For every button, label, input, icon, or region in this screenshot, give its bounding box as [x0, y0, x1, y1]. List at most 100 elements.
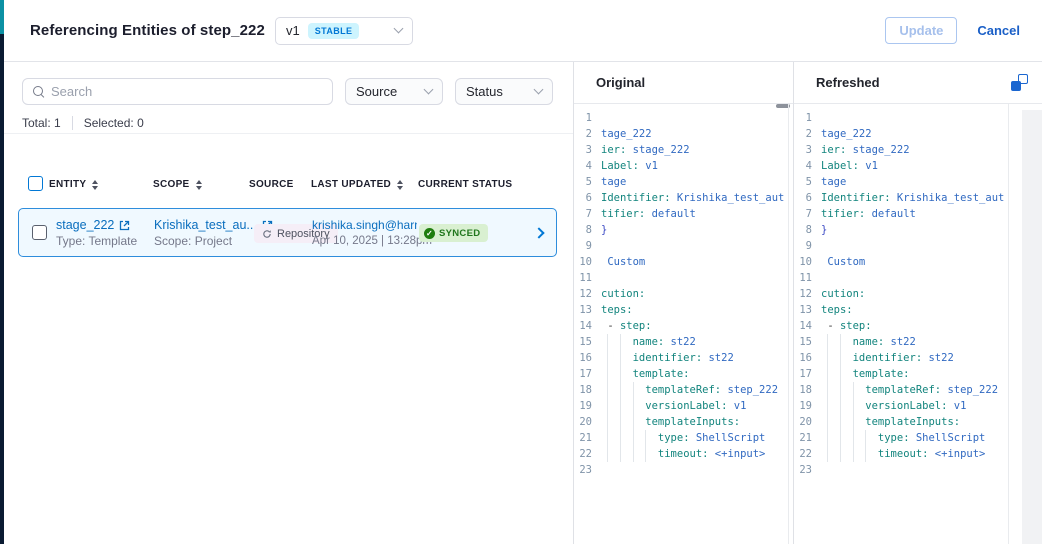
line-number: 18 — [574, 382, 601, 398]
code-line: 13teps: — [794, 302, 1008, 318]
line-number: 2 — [574, 126, 601, 142]
code-line: 16 identifier: st22 — [794, 350, 1008, 366]
line-number: 21 — [794, 430, 821, 446]
line-number: 9 — [574, 238, 601, 254]
code-line: 10 Custom — [574, 254, 788, 270]
search-box[interactable] — [22, 78, 333, 105]
toolbar: Source Status — [22, 78, 557, 105]
modal-header: Referencing Entities of step_222 v1 STAB… — [4, 0, 1042, 62]
code-line: 1 — [574, 110, 788, 126]
code-line: 19 versionLabel: v1 — [794, 398, 1008, 414]
line-number: 20 — [794, 414, 821, 430]
line-number: 17 — [794, 366, 821, 382]
code-line: 16 identifier: st22 — [574, 350, 788, 366]
app-background-edge — [0, 0, 4, 544]
original-code[interactable]: 12tage_2223ier: stage_2224Label: v15tage… — [574, 104, 789, 544]
scope-link[interactable]: Krishika_test_au... — [154, 218, 257, 232]
line-number: 16 — [574, 350, 601, 366]
line-number: 9 — [794, 238, 821, 254]
sort-entity-icon[interactable] — [92, 180, 98, 190]
line-number: 5 — [574, 174, 601, 190]
line-number: 1 — [794, 110, 821, 126]
code-line: 5tage — [574, 174, 788, 190]
line-number: 20 — [574, 414, 601, 430]
code-line: 2tage_222 — [794, 126, 1008, 142]
code-line: 10 Custom — [794, 254, 1008, 270]
code-line: 19 versionLabel: v1 — [574, 398, 788, 414]
column-source: SOURCE — [249, 179, 294, 190]
source-filter-label: Source — [356, 84, 397, 99]
code-line: 18 templateRef: step_222 — [794, 382, 1008, 398]
chevron-down-icon — [534, 85, 544, 95]
line-number: 10 — [794, 254, 821, 270]
code-line: 17 template: — [794, 366, 1008, 382]
code-line: 15 name: st22 — [574, 334, 788, 350]
refreshed-title: Refreshed — [816, 75, 880, 90]
status-filter-label: Status — [466, 84, 503, 99]
counts-bar: Total: 1 Selected: 0 — [22, 116, 144, 130]
code-line: 20 templateInputs: — [794, 414, 1008, 430]
cancel-button[interactable]: Cancel — [977, 23, 1020, 38]
code-line: 11 — [574, 270, 788, 286]
line-number: 12 — [574, 286, 601, 302]
refreshed-panel-header: Refreshed — [794, 62, 1042, 104]
column-last-updated: LAST UPDATED — [311, 179, 403, 190]
search-input[interactable] — [51, 84, 322, 99]
code-line: 1 — [794, 110, 1008, 126]
line-number: 3 — [794, 142, 821, 158]
line-number: 21 — [574, 430, 601, 446]
line-number: 13 — [574, 302, 601, 318]
source-filter-dropdown[interactable]: Source — [345, 78, 443, 105]
selected-count: Selected: 0 — [84, 116, 144, 130]
select-all-checkbox[interactable] — [28, 176, 43, 191]
repository-icon — [262, 229, 272, 239]
sort-scope-icon[interactable] — [196, 180, 202, 190]
code-line: 3ier: stage_222 — [574, 142, 788, 158]
line-number: 4 — [794, 158, 821, 174]
row-checkbox[interactable] — [32, 225, 47, 240]
version-select[interactable]: v1 STABLE — [275, 17, 413, 45]
code-line: 21 type: ShellScript — [794, 430, 1008, 446]
original-title: Original — [596, 75, 645, 90]
code-line: 13teps: — [574, 302, 788, 318]
update-button[interactable]: Update — [885, 17, 957, 44]
status-badge-label: SYNCED — [439, 228, 480, 239]
status-filter-dropdown[interactable]: Status — [455, 78, 553, 105]
counts-divider — [72, 116, 73, 130]
sort-last-updated-icon[interactable] — [397, 180, 403, 190]
line-number: 8 — [574, 222, 601, 238]
entity-link[interactable]: stage_222 — [56, 218, 114, 232]
line-number: 11 — [574, 270, 601, 286]
code-line: 3ier: stage_222 — [794, 142, 1008, 158]
code-line: 5tage — [794, 174, 1008, 190]
code-line: 8} — [794, 222, 1008, 238]
line-number: 7 — [794, 206, 821, 222]
version-label: v1 — [286, 23, 300, 38]
chevron-down-icon — [394, 24, 404, 34]
external-link-icon[interactable] — [119, 220, 130, 231]
code-line: 12cution: — [794, 286, 1008, 302]
code-line: 9 — [794, 238, 1008, 254]
code-line: 14 - step: — [574, 318, 788, 334]
entity-cell: stage_222 Type: Template — [56, 218, 137, 248]
updated-by-link[interactable]: krishika.singh@harnes... — [312, 218, 417, 232]
code-line: 4Label: v1 — [574, 158, 788, 174]
line-number: 3 — [574, 142, 601, 158]
vertical-scrollbar[interactable] — [1022, 110, 1042, 544]
refreshed-code[interactable]: 12tage_2223ier: stage_2224Label: v15tage… — [794, 104, 1009, 544]
line-number: 14 — [794, 318, 821, 334]
copy-icon[interactable] — [1011, 74, 1028, 91]
line-number: 23 — [794, 462, 821, 478]
line-number: 15 — [794, 334, 821, 350]
chevron-right-icon[interactable] — [533, 227, 544, 238]
line-number: 17 — [574, 366, 601, 382]
updated-at: Apr 10, 2025 | 13:28pm — [312, 235, 417, 247]
line-number: 19 — [574, 398, 601, 414]
code-line: 21 type: ShellScript — [574, 430, 788, 446]
line-number: 8 — [794, 222, 821, 238]
code-line: 7tifier: default — [574, 206, 788, 222]
line-number: 14 — [574, 318, 601, 334]
line-number: 11 — [794, 270, 821, 286]
refreshed-panel: Refreshed 12tage_2223ier: stage_2224Labe… — [793, 62, 1042, 544]
table-row[interactable]: stage_222 Type: Template Krishika_test_a… — [18, 208, 557, 257]
